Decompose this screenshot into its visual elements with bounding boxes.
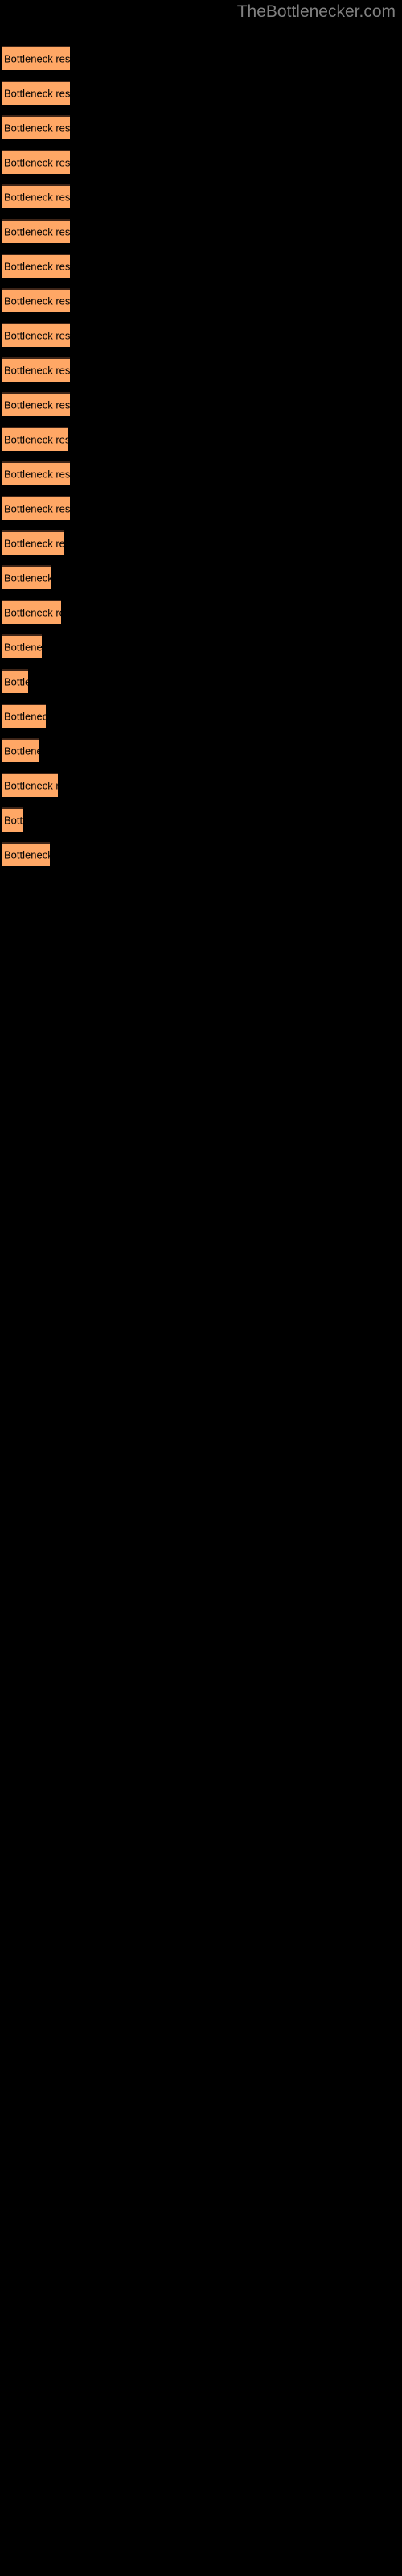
bottleneck-result-bar[interactable]: Bottleneck result [2, 427, 68, 451]
bar-row: Bottleneck result [0, 46, 402, 70]
bottleneck-result-bar[interactable]: Bottleneck result [2, 600, 61, 624]
bottleneck-result-bar[interactable]: Bottleneck result [2, 219, 70, 243]
bottleneck-result-bar[interactable]: Bottleneck result [2, 46, 70, 70]
bar-label: Bottleneck result [4, 606, 61, 619]
bottleneck-result-bar[interactable]: Bottleneck result [2, 738, 39, 762]
bar-row: Bottleneck result [0, 634, 402, 658]
page-root: TheBottlenecker.com Bottleneck resultBot… [0, 0, 402, 2576]
bar-label: Bottleneck result [4, 779, 58, 792]
bar-row: Bottleneck result [0, 738, 402, 762]
bar-label: Bottleneck result [4, 710, 46, 723]
bar-label: Bottleneck result [4, 191, 70, 204]
bar-row: Bottleneck result [0, 254, 402, 278]
bar-row: Bottleneck result [0, 288, 402, 312]
bar-label: Bottleneck result [4, 122, 70, 134]
bottleneck-result-bar[interactable]: Bottleneck result [2, 496, 70, 520]
bar-label: Bottleneck result [4, 745, 39, 758]
bar-row: Bottleneck result [0, 461, 402, 485]
bar-label: Bottleneck result [4, 468, 70, 481]
bar-row: Bottleneck result [0, 427, 402, 451]
bottleneck-result-bar[interactable]: Bottleneck result [2, 461, 70, 485]
bar-row: Bottleneck result [0, 600, 402, 624]
bottleneck-result-bar[interactable]: Bottleneck result [2, 150, 70, 174]
bar-label: Bottleneck result [4, 814, 23, 827]
bottleneck-result-bar[interactable]: Bottleneck result [2, 634, 42, 658]
bottleneck-bar-chart: Bottleneck result Bottleneck result Bottle… [0, 0, 402, 2576]
bottleneck-result-bar[interactable]: Bottleneck result [2, 704, 46, 728]
bar-row: Bottleneck result [0, 704, 402, 728]
bar-row: Bottleneck result [0, 565, 402, 589]
bar-label: Bottleneck result [4, 537, 64, 550]
bar-row: Bottleneck result [0, 669, 402, 693]
bar-label: Bottleneck result [4, 87, 70, 100]
bar-row: Bottleneck result [0, 773, 402, 797]
bar-label: Bottleneck result [4, 295, 70, 308]
bottleneck-result-bar[interactable]: Bottleneck result [2, 773, 58, 797]
bar-row: Bottleneck result [0, 807, 402, 832]
bar-row: Bottleneck result [0, 357, 402, 382]
bar-row: Bottleneck result [0, 115, 402, 139]
bottleneck-result-bar[interactable]: Bottleneck result [2, 530, 64, 555]
bottleneck-result-bar[interactable]: Bottleneck result [2, 184, 70, 208]
bottleneck-result-bar[interactable]: Bottleneck result [2, 357, 70, 382]
bar-row: Bottleneck result [0, 150, 402, 174]
bar-label: Bottleneck result [4, 641, 42, 654]
bottleneck-result-bar[interactable]: Bottleneck result [2, 392, 70, 416]
bar-row: Bottleneck result [0, 184, 402, 208]
bottleneck-result-bar[interactable]: Bottleneck result [2, 254, 70, 278]
bar-label: Bottleneck result [4, 260, 70, 273]
bottleneck-result-bar[interactable]: Bottleneck result [2, 323, 70, 347]
bar-label: Bottleneck result [4, 675, 28, 688]
bar-row: Bottleneck result [0, 530, 402, 555]
bottleneck-result-bar[interactable]: Bottleneck result [2, 565, 51, 589]
bar-label: Bottleneck result [4, 502, 70, 515]
bar-row: Bottleneck result [0, 392, 402, 416]
bar-label: Bottleneck result [4, 433, 68, 446]
bar-label: Bottleneck result [4, 364, 70, 377]
bar-row: Bottleneck result [0, 80, 402, 105]
bar-row: Bottleneck result [0, 219, 402, 243]
bar-label: Bottleneck result [4, 329, 70, 342]
bar-label: Bottleneck result [4, 572, 51, 584]
bar-label: Bottleneck result [4, 225, 70, 238]
bottleneck-result-bar[interactable]: Bottleneck result [2, 80, 70, 105]
bar-label: Bottleneck result [4, 848, 50, 861]
bottleneck-result-bar[interactable]: Bottleneck result [2, 115, 70, 139]
bottleneck-result-bar[interactable]: Bottleneck result [2, 842, 50, 866]
bar-row: Bottleneck result [0, 496, 402, 520]
bottleneck-result-bar[interactable]: Bottleneck result [2, 669, 28, 693]
bar-label: Bottleneck result [4, 156, 70, 169]
bar-label: Bottleneck result [4, 52, 70, 65]
bar-row: Bottleneck result [0, 842, 402, 866]
bottleneck-result-bar[interactable]: Bottleneck result [2, 807, 23, 832]
bottleneck-result-bar[interactable]: Bottleneck result [2, 288, 70, 312]
bar-label: Bottleneck result [4, 398, 70, 411]
bar-row: Bottleneck result [0, 323, 402, 347]
